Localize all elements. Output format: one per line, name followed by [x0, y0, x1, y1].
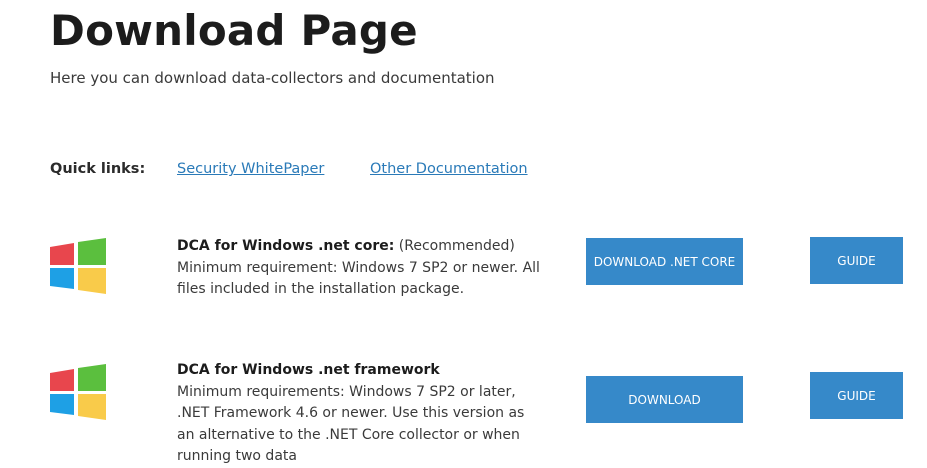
windows-logo-icon	[50, 238, 106, 294]
product-title: DCA for Windows .net core:	[177, 238, 395, 254]
product-description: DCA for Windows .net core: (Recommended)…	[177, 236, 542, 301]
download-button[interactable]: DOWNLOAD	[586, 376, 743, 423]
guide-button[interactable]: GUIDE	[810, 372, 903, 419]
product-requirements: Minimum requirement: Windows 7 SP2 or ne…	[177, 259, 540, 298]
product-requirements: Minimum requirements: Windows 7 SP2 or l…	[177, 383, 525, 465]
guide-button[interactable]: GUIDE	[810, 237, 903, 284]
download-net-core-button[interactable]: DOWNLOAD .NET CORE	[586, 238, 743, 285]
windows-logo-icon	[50, 364, 106, 420]
product-description: DCA for Windows .net framework Minimum r…	[177, 360, 542, 468]
product-title: DCA for Windows .net framework	[177, 362, 440, 378]
other-documentation-link[interactable]: Other Documentation	[370, 161, 528, 177]
page-subtitle: Here you can download data-collectors an…	[50, 69, 495, 87]
security-whitepaper-link[interactable]: Security WhitePaper	[177, 161, 324, 177]
page-title: Download Page	[50, 6, 418, 55]
quick-links-label: Quick links:	[50, 161, 146, 177]
recommended-tag: (Recommended)	[398, 238, 515, 254]
